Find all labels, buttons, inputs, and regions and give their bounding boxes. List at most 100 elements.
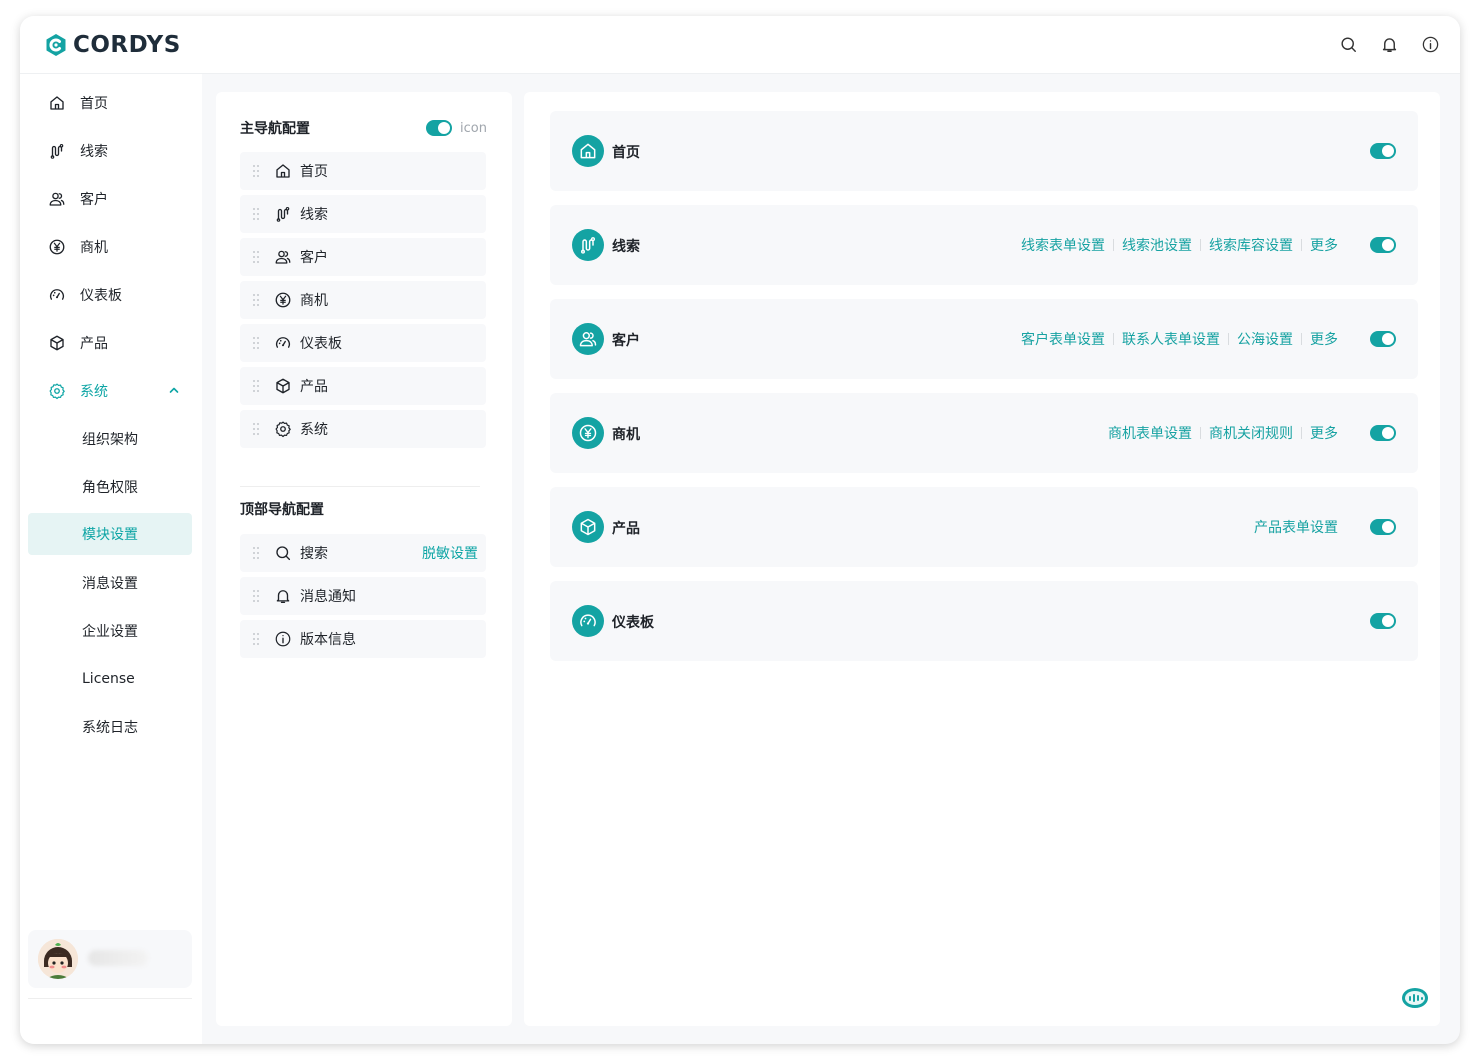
module-enable-toggle[interactable] bbox=[1370, 331, 1396, 347]
module-links: 客户表单设置 联系人表单设置 公海设置 更多 bbox=[1013, 329, 1346, 349]
module-links: 商机表单设置 商机关闭规则 更多 bbox=[1100, 423, 1346, 443]
sidebar-item-products[interactable]: 产品 bbox=[28, 322, 192, 364]
icon-toggle-switch[interactable] bbox=[426, 120, 452, 136]
main-nav-row-label: 客户 bbox=[300, 250, 328, 266]
main-nav-row-label: 商机 bbox=[300, 293, 328, 309]
icon-toggle-label: icon bbox=[460, 120, 487, 136]
yen-icon bbox=[572, 417, 604, 449]
module-card-opportunities: 商机 商机表单设置 商机关闭规则 更多 bbox=[550, 393, 1418, 473]
sidebar-item-system[interactable]: 系统 bbox=[28, 370, 192, 412]
main-nav-row-customers[interactable]: 客户 bbox=[240, 238, 486, 276]
customer-form-settings-link[interactable]: 客户表单设置 bbox=[1013, 329, 1113, 349]
sidebar-subitem-label: 企业设置 bbox=[82, 624, 138, 640]
divider bbox=[240, 486, 480, 487]
drag-handle-icon[interactable] bbox=[252, 250, 260, 264]
drag-handle-icon[interactable] bbox=[252, 589, 260, 603]
chevron-up-icon[interactable] bbox=[168, 384, 180, 396]
top-nav-row-search[interactable]: 搜索 脱敏设置 bbox=[240, 534, 486, 572]
gear-icon bbox=[274, 420, 292, 438]
search-icon[interactable] bbox=[1339, 35, 1358, 54]
module-links: 产品表单设置 bbox=[1246, 517, 1346, 537]
bell-icon[interactable] bbox=[1380, 35, 1399, 54]
lead-icon bbox=[274, 205, 292, 223]
module-enable-toggle[interactable] bbox=[1370, 613, 1396, 629]
customer-icon bbox=[48, 190, 66, 208]
sidebar-item-label: 线索 bbox=[80, 144, 108, 160]
public-pool-settings-link[interactable]: 公海设置 bbox=[1229, 329, 1301, 349]
sidebar-item-opportunities[interactable]: 商机 bbox=[28, 226, 192, 268]
drag-handle-icon[interactable] bbox=[252, 632, 260, 646]
module-enable-toggle[interactable] bbox=[1370, 143, 1396, 159]
drag-handle-icon[interactable] bbox=[252, 546, 260, 560]
username-blurred bbox=[88, 950, 148, 966]
sidebar-item-label: 产品 bbox=[80, 336, 108, 352]
top-nav-row-notifications[interactable]: 消息通知 bbox=[240, 577, 486, 615]
home-icon bbox=[274, 162, 292, 180]
sidebar-subitem-messages[interactable]: 消息设置 bbox=[28, 562, 192, 604]
top-bar: CORDYS bbox=[20, 16, 1460, 74]
ai-assistant-icon[interactable] bbox=[1400, 984, 1430, 1010]
top-nav-row-version[interactable]: 版本信息 bbox=[240, 620, 486, 658]
module-title: 首页 bbox=[612, 145, 640, 161]
nav-config-panel: 主导航配置 icon 首页 线索 客户 商机 仪表板 产品 系统 顶部导航配置 … bbox=[216, 92, 512, 1026]
main-nav-row-home[interactable]: 首页 bbox=[240, 152, 486, 190]
module-enable-toggle[interactable] bbox=[1370, 425, 1396, 441]
sidebar-subitem-modules[interactable]: 模块设置 bbox=[28, 513, 192, 555]
module-title: 客户 bbox=[612, 333, 640, 349]
lead-form-settings-link[interactable]: 线索表单设置 bbox=[1013, 235, 1113, 255]
user-profile[interactable] bbox=[28, 930, 192, 988]
module-enable-toggle[interactable] bbox=[1370, 519, 1396, 535]
sidebar-item-customers[interactable]: 客户 bbox=[28, 178, 192, 220]
main-nav-row-products[interactable]: 产品 bbox=[240, 367, 486, 405]
sidebar-item-dashboard[interactable]: 仪表板 bbox=[28, 274, 192, 316]
sidebar-subitem-logs[interactable]: 系统日志 bbox=[28, 706, 192, 748]
sidebar-subitem-enterprise[interactable]: 企业设置 bbox=[28, 610, 192, 652]
main-nav-row-label: 系统 bbox=[300, 422, 328, 438]
lead-pool-settings-link[interactable]: 线索池设置 bbox=[1114, 235, 1200, 255]
product-form-settings-link[interactable]: 产品表单设置 bbox=[1246, 517, 1346, 537]
drag-handle-icon[interactable] bbox=[252, 164, 260, 178]
info-icon[interactable] bbox=[1421, 35, 1440, 54]
main-nav-row-label: 产品 bbox=[300, 379, 328, 395]
sidebar-subitem-roles[interactable]: 角色权限 bbox=[28, 466, 192, 508]
main-nav-config-title: 主导航配置 bbox=[240, 121, 310, 137]
customer-icon bbox=[274, 248, 292, 266]
top-nav-row-label: 搜索 bbox=[300, 546, 328, 562]
logo[interactable]: CORDYS bbox=[44, 32, 181, 58]
drag-handle-icon[interactable] bbox=[252, 422, 260, 436]
sidebar-subitem-org[interactable]: 组织架构 bbox=[28, 418, 192, 460]
desensitize-settings-link[interactable]: 脱敏设置 bbox=[422, 543, 478, 563]
sidebar-subitem-label: 角色权限 bbox=[82, 480, 138, 496]
main-nav-row-system[interactable]: 系统 bbox=[240, 410, 486, 448]
module-card-home: 首页 bbox=[550, 111, 1418, 191]
module-enable-toggle[interactable] bbox=[1370, 237, 1396, 253]
sidebar: 首页 线索 客户 商机 仪表板 产品 系统 组织架构 角色权限 模块设置 消息设… bbox=[20, 74, 202, 1044]
main-nav-row-dashboard[interactable]: 仪表板 bbox=[240, 324, 486, 362]
drag-handle-icon[interactable] bbox=[252, 336, 260, 350]
more-link[interactable]: 更多 bbox=[1302, 329, 1346, 349]
sidebar-subitem-label: 组织架构 bbox=[82, 432, 138, 448]
lead-capacity-settings-link[interactable]: 线索库容设置 bbox=[1201, 235, 1301, 255]
more-link[interactable]: 更多 bbox=[1302, 235, 1346, 255]
drag-handle-icon[interactable] bbox=[252, 207, 260, 221]
lead-icon bbox=[572, 229, 604, 261]
opportunity-form-settings-link[interactable]: 商机表单设置 bbox=[1100, 423, 1200, 443]
logo-text: CORDYS bbox=[73, 32, 181, 58]
module-title: 商机 bbox=[612, 427, 640, 443]
sidebar-item-leads[interactable]: 线索 bbox=[28, 130, 192, 172]
sidebar-subitem-label: 消息设置 bbox=[82, 576, 138, 592]
drag-handle-icon[interactable] bbox=[252, 379, 260, 393]
contact-form-settings-link[interactable]: 联系人表单设置 bbox=[1114, 329, 1228, 349]
main-nav-row-label: 首页 bbox=[300, 164, 328, 180]
sidebar-item-home[interactable]: 首页 bbox=[28, 82, 192, 124]
main-nav-row-opportunities[interactable]: 商机 bbox=[240, 281, 486, 319]
sidebar-subitem-label: License bbox=[82, 671, 135, 687]
drag-handle-icon[interactable] bbox=[252, 293, 260, 307]
avatar[interactable] bbox=[38, 939, 78, 979]
more-link[interactable]: 更多 bbox=[1302, 423, 1346, 443]
main-nav-row-leads[interactable]: 线索 bbox=[240, 195, 486, 233]
dashboard-icon bbox=[274, 334, 292, 352]
sidebar-subitem-license[interactable]: License bbox=[28, 658, 192, 700]
opportunity-close-rules-link[interactable]: 商机关闭规则 bbox=[1201, 423, 1301, 443]
module-title: 产品 bbox=[612, 521, 640, 537]
